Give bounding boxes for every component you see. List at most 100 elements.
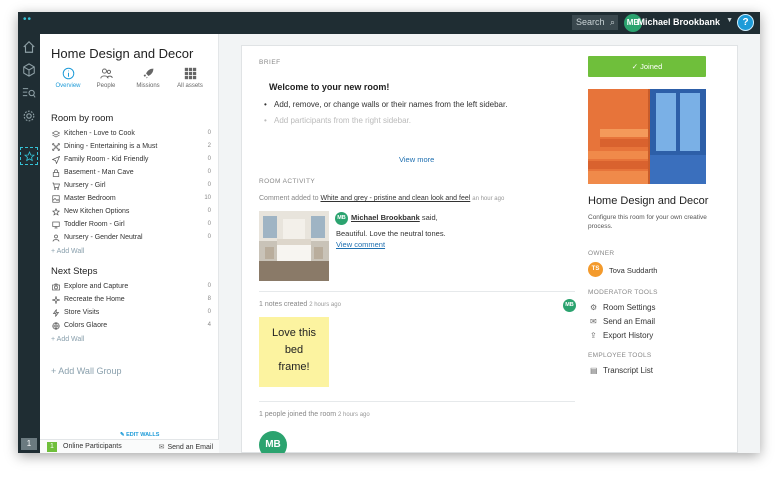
comment-author[interactable]: Michael Brookbank xyxy=(351,213,420,222)
next-steps-heading: Next Steps xyxy=(51,266,98,277)
room-by-room-heading: Room by room xyxy=(51,113,114,124)
welcome-heading: Welcome to your new room! xyxy=(269,82,390,92)
joined-user-avatar[interactable]: MB xyxy=(259,431,287,453)
bedroom-photo[interactable] xyxy=(259,211,329,281)
wall-item[interactable]: Nursery - Gender Neutral 0 xyxy=(51,233,211,245)
comment-author-avatar[interactable]: MB xyxy=(335,212,348,225)
room-info-panel: ✓ Joined Home Design and Decor Configure… xyxy=(588,46,728,453)
main-area: BRIEF Welcome to your new room! Add, rem… xyxy=(219,34,760,453)
wall-item[interactable]: Kitchen - Love to Cook 0 xyxy=(51,129,211,141)
wall-link[interactable]: White and grey - pristine and clean look… xyxy=(320,195,470,202)
brief-label: BRIEF xyxy=(259,59,281,66)
wall-item[interactable]: Master Bedroom 10 xyxy=(51,194,211,206)
wall-item[interactable]: Dining - Entertaining is a Must 2 xyxy=(51,142,211,154)
send-email-tool-label: Send an Email xyxy=(603,317,656,326)
sparkle-icon xyxy=(51,295,60,304)
send-email-link[interactable]: ✉ Send an Email xyxy=(590,317,655,326)
send-icon xyxy=(51,155,60,164)
employee-tools-label: EMPLOYEE TOOLS xyxy=(588,352,652,359)
divider xyxy=(259,401,575,402)
note-author-avatar[interactable]: MB xyxy=(563,299,576,312)
cart-icon xyxy=(51,181,60,190)
wall-item[interactable]: Colors Glaore 4 xyxy=(51,321,211,333)
search-icon: ⌕ xyxy=(609,17,615,27)
wall-label: Nursery - Gender Neutral xyxy=(64,234,143,241)
wall-item[interactable]: New Kitchen Options 0 xyxy=(51,207,211,219)
comment-activity-line: Comment added to White and grey - pristi… xyxy=(259,195,504,202)
sticky-line: Love this xyxy=(271,327,317,339)
online-count-badge: 1 xyxy=(47,442,57,452)
add-wall-link[interactable]: + Add Wall xyxy=(51,336,84,343)
person-icon xyxy=(51,233,60,242)
globe-icon xyxy=(51,321,60,330)
wall-count: 0 xyxy=(207,234,211,240)
wall-item[interactable]: Explore and Capture 0 xyxy=(51,282,211,294)
edit-walls-link[interactable]: ✎ EDIT WALLS xyxy=(120,432,159,438)
gear-icon[interactable] xyxy=(21,108,37,124)
gear-icon: ⚙ xyxy=(590,303,598,312)
chevron-down-icon[interactable]: ▼ xyxy=(726,17,733,24)
wall-item[interactable]: Nursery - Girl 0 xyxy=(51,181,211,193)
wall-item[interactable]: Recreate the Home 8 xyxy=(51,295,211,307)
room-title: Home Design and Decor xyxy=(51,46,194,61)
room-settings-label: Room Settings xyxy=(603,303,656,312)
joined-text: 1 people joined the room xyxy=(259,411,337,418)
joined-button[interactable]: ✓ Joined xyxy=(588,56,706,77)
edit-icon: ✎ xyxy=(120,432,125,438)
cube-icon[interactable] xyxy=(21,62,37,78)
wall-count: 0 xyxy=(207,182,211,188)
wall-item[interactable]: Store Visits 0 xyxy=(51,308,211,320)
list-search-icon[interactable] xyxy=(21,85,37,101)
wall-count: 0 xyxy=(207,221,211,227)
comment-text: Beautiful. Love the neutral tones. xyxy=(336,229,446,238)
home-icon[interactable] xyxy=(21,39,37,55)
view-more-link[interactable]: View more xyxy=(399,155,434,164)
comment-time: an hour ago xyxy=(472,196,505,202)
nav-overview[interactable]: Overview xyxy=(48,67,88,89)
search-input[interactable]: Search ⌕ xyxy=(572,15,618,30)
room-card: BRIEF Welcome to your new room! Add, rem… xyxy=(241,45,738,453)
wall-item[interactable]: Toddler Room - Girl 0 xyxy=(51,220,211,232)
divider xyxy=(259,291,575,292)
wall-count: 8 xyxy=(207,296,211,302)
add-wall-link[interactable]: + Add Wall xyxy=(51,248,84,255)
wall-count: 0 xyxy=(207,309,211,315)
owner-label: OWNER xyxy=(588,250,615,257)
view-comment-link[interactable]: View comment xyxy=(336,240,385,249)
wall-count: 0 xyxy=(207,283,211,289)
wall-label: Explore and Capture xyxy=(64,283,129,290)
brief-bullet: Add participants from the right sidebar. xyxy=(264,116,411,125)
room-cover-image xyxy=(588,89,706,184)
image-icon xyxy=(51,194,60,203)
nav-all-assets[interactable]: All assets xyxy=(170,67,210,89)
nav-missions-label: Missions xyxy=(136,83,160,89)
envelope-icon: ✉ xyxy=(590,317,597,326)
sidebar-footer: 1 Online Participants ✉ Send an Email xyxy=(40,439,219,453)
help-button[interactable]: ? xyxy=(737,14,754,31)
send-email-button[interactable]: ✉ Send an Email xyxy=(159,443,213,451)
favorites-star-icon[interactable] xyxy=(20,147,38,165)
transcript-list-link[interactable]: ▤ Transcript List xyxy=(590,366,653,375)
wall-count: 0 xyxy=(207,208,211,214)
export-history-label: Export History xyxy=(603,331,654,340)
wall-label: Recreate the Home xyxy=(64,296,125,303)
add-wall-group-link[interactable]: + Add Wall Group xyxy=(51,366,121,376)
nav-people[interactable]: People xyxy=(86,67,126,89)
app-logo-icon: •• xyxy=(23,14,33,25)
owner-avatar[interactable]: TS xyxy=(588,262,603,277)
wall-item[interactable]: Basement - Man Cave 0 xyxy=(51,168,211,180)
sticky-note[interactable]: Love this bed frame! xyxy=(259,317,329,387)
wall-item[interactable]: Family Room - Kid Friendly 0 xyxy=(51,155,211,167)
nav-missions[interactable]: Missions xyxy=(128,67,168,89)
check-icon: ✓ xyxy=(631,62,639,71)
room-settings-link[interactable]: ⚙ Room Settings xyxy=(590,303,655,312)
owner-name[interactable]: Tova Suddarth xyxy=(609,266,657,275)
rocket-icon xyxy=(128,67,168,81)
export-history-link[interactable]: ⇪ Export History xyxy=(590,331,653,340)
export-icon: ⇪ xyxy=(590,331,597,340)
online-participants-link[interactable]: Online Participants xyxy=(63,443,122,450)
user-name[interactable]: Michael Brookbank xyxy=(637,17,720,27)
nav-people-label: People xyxy=(96,83,116,89)
wall-label: Toddler Room - Girl xyxy=(64,221,125,228)
monitor-icon xyxy=(51,220,60,229)
